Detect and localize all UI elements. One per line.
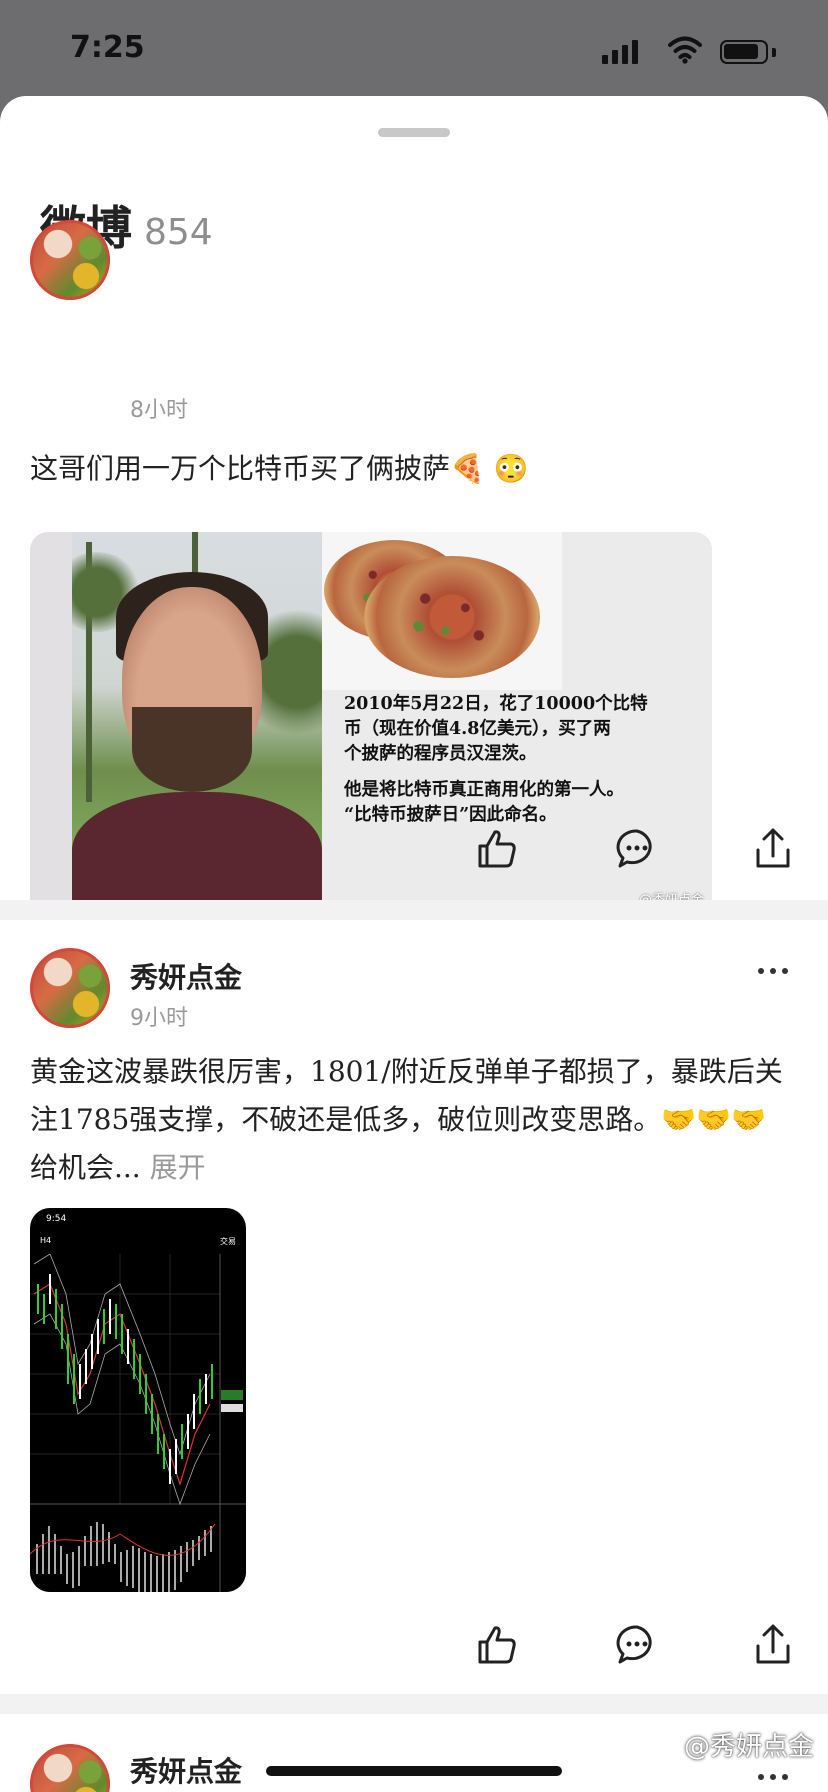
post-count: 854 [144,212,213,253]
home-indicator[interactable] [266,1766,562,1776]
pizza-photo [322,532,562,690]
candlestick-chart [30,1254,246,1592]
image-caption-line: 币（现在价值4.8亿美元），买了两 [344,719,611,739]
like-icon[interactable] [474,826,520,872]
post-text: 这哥们用一万个比特币买了俩披萨🍕 😳 [30,452,529,485]
avatar[interactable] [30,1744,110,1792]
like-icon[interactable] [474,1622,520,1668]
expand-link[interactable]: 展开 [150,1151,206,1184]
post-time: 9小时 [130,1006,188,1031]
post-separator [0,1694,828,1714]
wifi-icon [668,36,702,64]
post-2-actions [0,1614,828,1674]
more-options-icon[interactable] [758,1774,788,1780]
post-time: 8小时 [130,398,188,423]
status-icons [602,36,792,66]
image-caption-line: 2010年5月22日，花了10000个比特 [344,694,648,714]
more-options-icon[interactable] [758,968,788,974]
comment-icon[interactable] [614,826,660,872]
sheet-grabber[interactable] [378,128,450,137]
post-2[interactable]: 秀妍点金 9小时 黄金这波暴跌很厉害，1801/附近反弹单子都损了，暴跌后关注1… [0,920,828,1680]
avatar[interactable] [30,220,110,300]
battery-icon [720,40,768,64]
weibo-sheet: 微博 854 8小时 这哥们用一万个比特币买了俩披萨🍕 😳 [0,96,828,1792]
page-watermark: @秀妍点金 [683,1732,814,1762]
thumb-timeframe: H4 [40,1236,52,1245]
chart-screenshot[interactable]: 9:54 H4 交易 [30,1208,246,1592]
avatar[interactable] [30,948,110,1028]
thumb-status-time: 9:54 [46,1214,67,1224]
comment-icon[interactable] [614,1622,660,1668]
share-icon[interactable] [750,1622,796,1668]
post-text-content: 黄金这波暴跌很厉害，1801/附近反弹单子都损了，暴跌后关注1785强支撑，不破… [30,1055,783,1184]
share-icon[interactable] [750,826,796,872]
post-separator [0,900,828,920]
author-name[interactable]: 秀妍点金 [130,1750,242,1790]
status-time: 7:25 [70,30,145,65]
image-caption-line: 他是将比特币真正商用化的第一人。 [344,780,624,800]
image-caption-line: 个披萨的程序员汉涅茨。 [344,744,537,764]
author-name[interactable]: 秀妍点金 [130,956,242,996]
status-bar: 7:25 [0,0,828,96]
post-1[interactable]: 8小时 这哥们用一万个比特币买了俩披萨🍕 😳 2010年5月22日，花了1000… [0,220,828,916]
post-1-actions [0,818,828,878]
thumb-toolbar: H4 交易 [30,1230,246,1254]
thumb-trade-label: 交易 [220,1237,236,1246]
post-text: 黄金这波暴跌很厉害，1801/附近反弹单子都损了，暴跌后关注1785强支撑，不破… [30,1048,794,1192]
